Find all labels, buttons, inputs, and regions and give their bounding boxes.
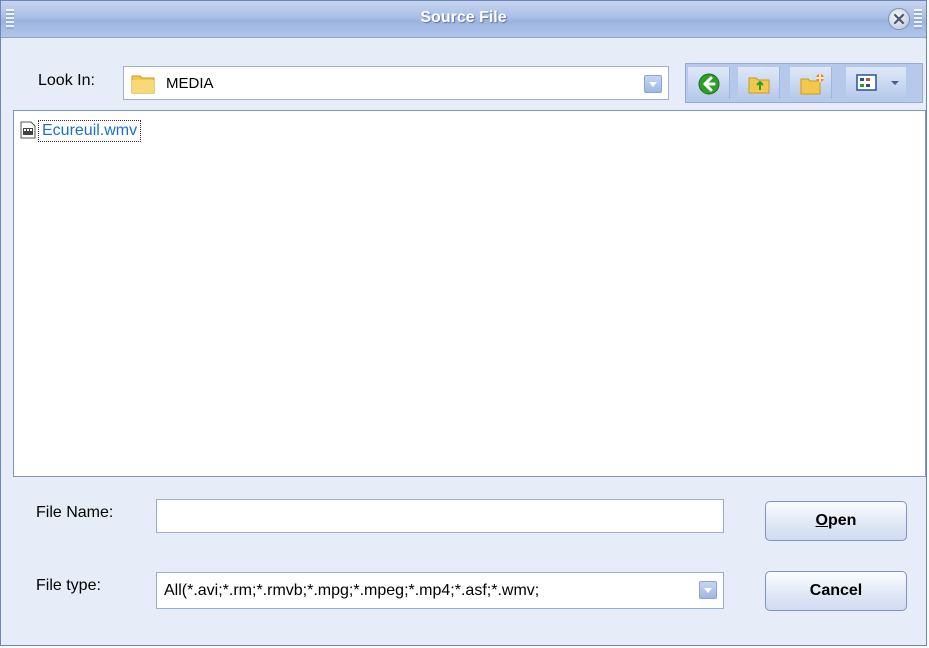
cancel-button[interactable]: Cancel xyxy=(765,571,907,611)
navigation-toolbar xyxy=(685,63,923,103)
dialog-title: Source File xyxy=(420,9,507,26)
file-name-label: File Name: xyxy=(36,504,114,521)
file-type-dropdown[interactable]: All(*.avi;*.rm;*.rmvb;*.mpg;*.mpeg;*.mp4… xyxy=(156,572,724,609)
file-name-input[interactable] xyxy=(156,499,724,533)
right-grip-icon xyxy=(914,9,922,29)
folder-icon xyxy=(131,75,155,94)
chevron-down-icon[interactable] xyxy=(644,75,662,93)
open-button[interactable]: Open xyxy=(765,501,907,541)
look-in-value: MEDIA xyxy=(166,75,214,92)
chevron-down-icon[interactable] xyxy=(699,581,717,599)
open-button-label: pen xyxy=(828,512,857,529)
up-folder-button[interactable] xyxy=(738,67,780,99)
source-file-dialog: Source File Look In: MEDIA Ecureuil.wmv … xyxy=(0,0,927,646)
title-bar[interactable]: Source File xyxy=(1,1,926,38)
close-icon xyxy=(893,13,905,25)
view-menu-button[interactable] xyxy=(846,67,906,99)
file-list[interactable]: Ecureuil.wmv xyxy=(13,110,926,477)
up-folder-icon xyxy=(748,77,770,94)
cancel-button-label: Cancel xyxy=(809,582,863,599)
open-button-accel: O xyxy=(815,512,828,529)
look-in-dropdown[interactable]: MEDIA xyxy=(123,66,669,100)
new-folder-icon xyxy=(800,74,824,95)
close-button[interactable] xyxy=(888,8,910,30)
view-list-icon xyxy=(856,74,877,91)
back-arrow-icon xyxy=(698,73,720,95)
look-in-label: Look In: xyxy=(38,72,95,89)
file-name-label[interactable]: Ecureuil.wmv xyxy=(38,120,142,142)
file-type-label: File type: xyxy=(36,577,101,594)
new-folder-button[interactable] xyxy=(790,67,832,99)
video-file-icon xyxy=(20,121,36,139)
chevron-down-icon xyxy=(891,81,899,85)
back-button[interactable] xyxy=(688,67,730,99)
file-type-value: All(*.avi;*.rm;*.rmvb;*.mpg;*.mpeg;*.mp4… xyxy=(164,582,540,599)
